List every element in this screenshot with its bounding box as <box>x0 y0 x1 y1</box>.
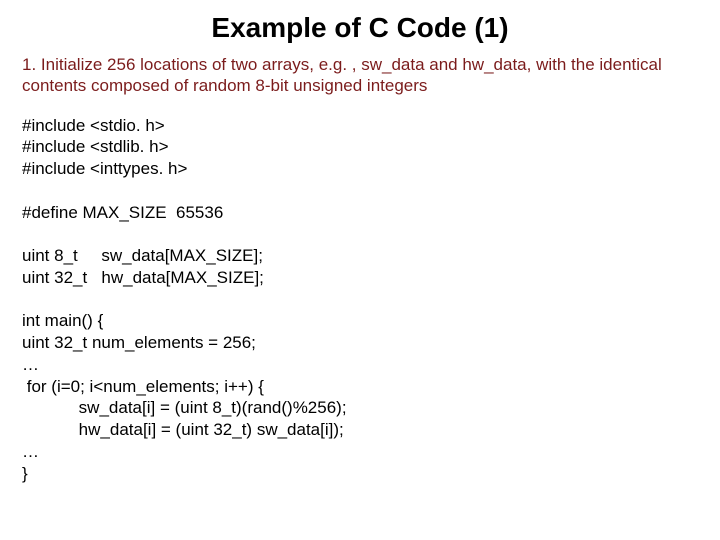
slide-title: Example of C Code (1) <box>22 12 698 44</box>
code-block: #include <stdio. h> #include <stdlib. h>… <box>22 115 698 485</box>
slide: Example of C Code (1) 1. Initialize 256 … <box>0 0 720 540</box>
slide-description: 1. Initialize 256 locations of two array… <box>22 54 698 97</box>
